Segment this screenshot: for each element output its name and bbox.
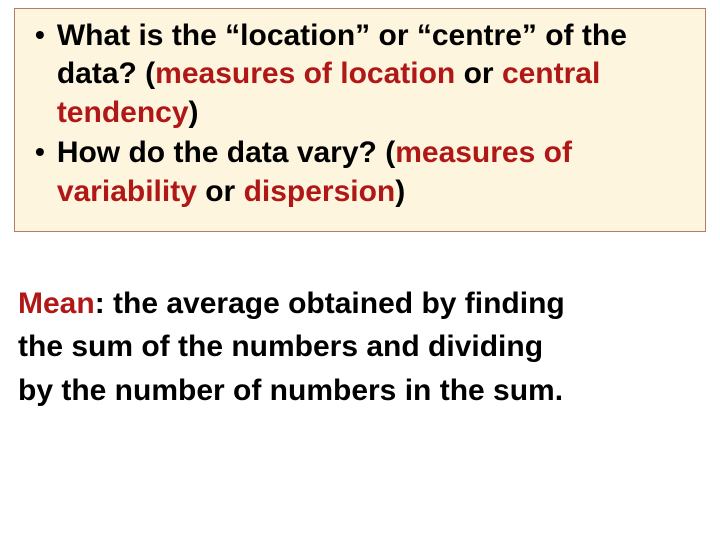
definition-line: the sum of the numbers and dividing [18,325,702,369]
text-fragment: : [95,287,113,320]
text-fragment: “centre” [417,19,537,52]
definition-term: Mean [18,287,95,320]
text-fragment: ) [395,175,405,208]
definition-block: Mean: the average obtained by finding th… [18,282,702,413]
text-fragment: or [455,57,502,90]
bullet-dot-icon: • [35,21,45,49]
bullet-dot-icon: • [35,138,45,166]
text-fragment: the average obtained by finding [113,287,565,320]
bullet-item: • What is the “location” or “centre” of … [27,17,693,132]
text-fragment: “location” [225,19,370,52]
text-fragment: or [370,19,417,52]
highlight-term: dispersion [244,175,396,208]
text-fragment: ( [145,57,155,90]
bullet-text: How do the data vary? (measures of varia… [57,134,693,211]
text-fragment: or [197,175,244,208]
text-fragment: What is the [57,19,225,52]
text-fragment: How do the data vary? [57,136,385,169]
highlight-term: measures of location [155,57,455,90]
text-fragment: ( [385,136,395,169]
slide: • What is the “location” or “centre” of … [0,8,720,548]
bullet-item: • How do the data vary? (measures of var… [27,134,693,211]
bullet-text: What is the “location” or “centre” of th… [57,17,693,132]
highlight-box: • What is the “location” or “centre” of … [14,8,706,232]
definition-line: Mean: the average obtained by finding [18,282,702,326]
definition-line: by the number of numbers in the sum. [18,369,702,413]
text-fragment: ) [189,96,199,129]
